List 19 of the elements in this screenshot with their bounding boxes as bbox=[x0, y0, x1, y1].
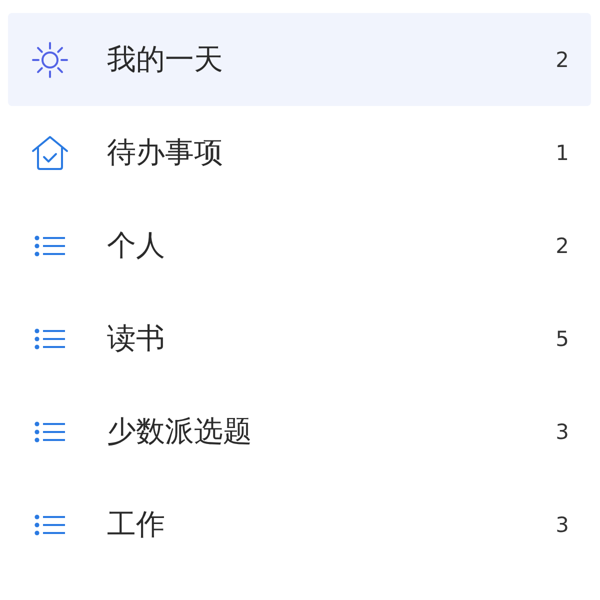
list-item[interactable]: 待办事项 1 bbox=[8, 106, 591, 199]
list-name: 个人 bbox=[107, 226, 166, 264]
list-name: 工作 bbox=[107, 506, 166, 542]
task-count: 2 bbox=[556, 48, 569, 72]
list-item[interactable]: 个人 2 bbox=[8, 199, 591, 292]
list-item[interactable]: 工作 3 bbox=[8, 478, 591, 571]
task-count: 5 bbox=[556, 326, 569, 350]
task-count: 1 bbox=[556, 140, 569, 164]
list-item[interactable]: 少数派选题 3 bbox=[8, 385, 591, 478]
list-name: 待办事项 bbox=[107, 134, 224, 170]
list-name: 我的一天 bbox=[107, 40, 224, 78]
task-count: 2 bbox=[556, 234, 569, 258]
list-item[interactable]: 读书 5 bbox=[8, 292, 591, 385]
list-name: 少数派选题 bbox=[107, 412, 253, 450]
list-name: 读书 bbox=[107, 320, 166, 356]
sun-icon bbox=[30, 40, 70, 80]
task-count: 3 bbox=[556, 420, 569, 444]
list-item[interactable]: 我的一天 2 bbox=[8, 13, 591, 106]
task-count: 3 bbox=[556, 512, 569, 536]
